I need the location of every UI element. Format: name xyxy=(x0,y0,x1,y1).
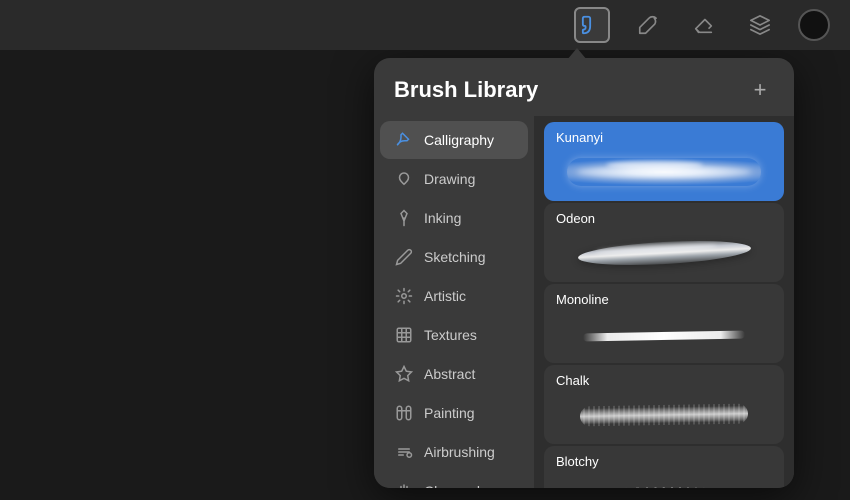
abstract-icon xyxy=(394,364,414,384)
sidebar-item-inking-label: Inking xyxy=(424,210,461,226)
brush-item-monoline[interactable]: Monoline xyxy=(544,284,784,363)
brush-name-kunanyi: Kunanyi xyxy=(544,122,784,149)
painting-icon xyxy=(394,403,414,423)
smudge-tool-button[interactable] xyxy=(630,7,666,43)
brush-preview-monoline xyxy=(544,311,784,363)
kunanyi-stroke xyxy=(567,158,761,186)
brush-preview-blotchy xyxy=(544,473,784,488)
panel-body: Calligraphy Drawing Inking xyxy=(374,116,794,488)
odeon-stroke xyxy=(576,237,751,268)
sidebar-item-textures[interactable]: Textures xyxy=(380,316,528,354)
brush-item-kunanyi[interactable]: Kunanyi xyxy=(544,122,784,201)
artistic-icon xyxy=(394,286,414,306)
textures-icon xyxy=(394,325,414,345)
sidebar-item-sketching-label: Sketching xyxy=(424,249,485,265)
sidebar-item-sketching[interactable]: Sketching xyxy=(380,238,528,276)
sidebar-item-charcoals[interactable]: Charcoals xyxy=(380,472,528,488)
drawing-icon xyxy=(394,169,414,189)
user-avatar[interactable] xyxy=(798,9,830,41)
panel-caret xyxy=(567,48,587,60)
sidebar-item-drawing-label: Drawing xyxy=(424,171,475,187)
sidebar-item-artistic-label: Artistic xyxy=(424,288,466,304)
sidebar-item-airbrushing[interactable]: Airbrushing xyxy=(380,433,528,471)
brush-preview-kunanyi xyxy=(544,149,784,201)
chalk-stroke xyxy=(580,404,749,427)
panel-title: Brush Library xyxy=(394,77,538,103)
sketching-icon xyxy=(394,247,414,267)
blotchy-stroke xyxy=(577,485,752,488)
brush-list: Kunanyi Odeon Monoline xyxy=(534,116,794,488)
eraser-tool-button[interactable] xyxy=(686,7,722,43)
monoline-stroke xyxy=(583,331,745,342)
sidebar-item-painting[interactable]: Painting xyxy=(380,394,528,432)
category-list: Calligraphy Drawing Inking xyxy=(374,116,534,488)
brush-name-monoline: Monoline xyxy=(544,284,784,311)
sidebar-item-textures-label: Textures xyxy=(424,327,477,343)
sidebar-item-charcoals-label: Charcoals xyxy=(424,483,487,488)
sidebar-item-calligraphy-label: Calligraphy xyxy=(424,132,494,148)
layers-tool-button[interactable] xyxy=(742,7,778,43)
sidebar-item-artistic[interactable]: Artistic xyxy=(380,277,528,315)
brush-item-blotchy[interactable]: Blotchy xyxy=(544,446,784,488)
sidebar-item-calligraphy[interactable]: Calligraphy xyxy=(380,121,528,159)
brush-name-blotchy: Blotchy xyxy=(544,446,784,473)
sidebar-item-abstract[interactable]: Abstract xyxy=(380,355,528,393)
sidebar-item-airbrushing-label: Airbrushing xyxy=(424,444,495,460)
panel-header: Brush Library + xyxy=(374,58,794,116)
brush-tool-button[interactable] xyxy=(574,7,610,43)
brush-item-chalk[interactable]: Chalk xyxy=(544,365,784,444)
inking-icon xyxy=(394,208,414,228)
add-brush-button[interactable]: + xyxy=(746,76,774,104)
brush-library-panel: Brush Library + Calligraphy xyxy=(374,58,794,488)
brush-item-odeon[interactable]: Odeon xyxy=(544,203,784,282)
airbrushing-icon xyxy=(394,442,414,462)
brush-name-chalk: Chalk xyxy=(544,365,784,392)
brush-preview-odeon xyxy=(544,230,784,282)
toolbar xyxy=(0,0,850,50)
charcoals-icon xyxy=(394,481,414,488)
calligraphy-icon xyxy=(394,130,414,150)
sidebar-item-abstract-label: Abstract xyxy=(424,366,475,382)
sidebar-item-inking[interactable]: Inking xyxy=(380,199,528,237)
brush-name-odeon: Odeon xyxy=(544,203,784,230)
sidebar-item-painting-label: Painting xyxy=(424,405,475,421)
sidebar-item-drawing[interactable]: Drawing xyxy=(380,160,528,198)
brush-preview-chalk xyxy=(544,392,784,444)
